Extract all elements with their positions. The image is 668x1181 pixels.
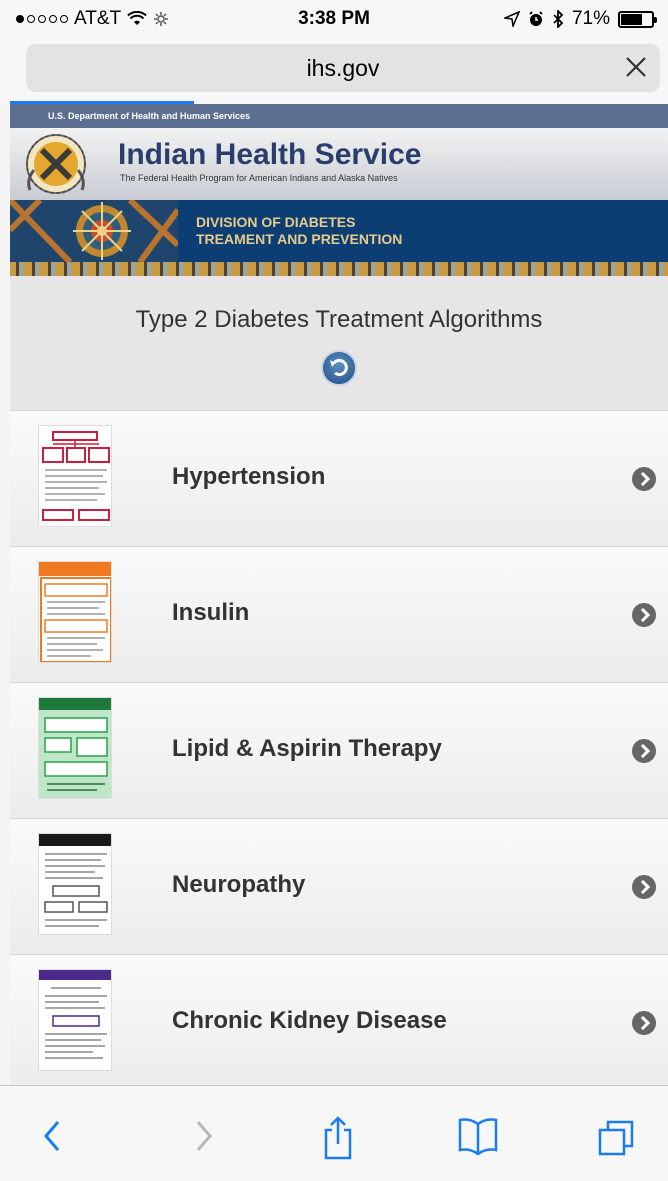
battery-percent: 71% [571, 8, 610, 29]
site-banner: U.S. Department of Health and Human Serv… [10, 104, 668, 276]
back-arrow-icon[interactable] [321, 350, 357, 386]
url-text[interactable]: ihs.gov [26, 55, 660, 82]
list-item-label: Lipid & Aspirin Therapy [172, 735, 442, 762]
ihs-seal-logo [26, 134, 86, 194]
list-item-label: Neuropathy [172, 871, 306, 898]
medallion-art [10, 200, 178, 262]
address-bar[interactable]: ihs.gov [26, 44, 660, 92]
kidney-disease-thumbnail [38, 969, 112, 1071]
tabs-icon[interactable] [596, 1116, 636, 1156]
ihs-header[interactable]: Indian Health Service The Federal Health… [10, 128, 668, 200]
page-header: Type 2 Diabetes Treatment Algorithms [10, 276, 668, 410]
list-item-label: Hypertension [172, 463, 326, 490]
alarm-icon [529, 11, 543, 26]
battery-icon [618, 10, 657, 28]
page-title: Type 2 Diabetes Treatment Algorithms [135, 306, 543, 333]
list-item-neuropathy[interactable]: Neuropathy [10, 818, 668, 954]
chevron-right-icon [632, 467, 656, 491]
division-line-2: TREAMENT AND PREVENTION [196, 231, 403, 247]
bluetooth-icon [553, 10, 564, 28]
status-right: 71% [503, 8, 657, 30]
algorithm-list: Hypertension Insulin Lipid & Aspirin The… [10, 410, 668, 1181]
division-line-1: DIVISION OF DIABETES [196, 214, 356, 230]
list-item-insulin[interactable]: Insulin [10, 546, 668, 682]
address-bar-area: ihs.gov [0, 38, 668, 104]
browser-toolbar [0, 1085, 668, 1181]
hhs-strip: U.S. Department of Health and Human Serv… [10, 104, 668, 128]
back-icon[interactable] [34, 1116, 74, 1156]
close-icon[interactable] [624, 51, 648, 85]
list-item-label: Insulin [172, 599, 250, 626]
lipid-aspirin-thumbnail [38, 697, 112, 799]
forward-icon[interactable] [182, 1116, 222, 1156]
list-item-lipid-aspirin[interactable]: Lipid & Aspirin Therapy [10, 682, 668, 818]
battery-fill [621, 13, 643, 25]
division-title: DIVISION OF DIABETES TREAMENT AND PREVEN… [196, 214, 402, 248]
chevron-right-icon [632, 875, 656, 899]
list-item-chronic-kidney-disease[interactable]: Chronic Kidney Disease [10, 954, 668, 1090]
status-bar: AT&T 3:38 PM 71% [0, 0, 668, 38]
share-icon[interactable] [318, 1116, 358, 1160]
division-banner: DIVISION OF DIABETES TREAMENT AND PREVEN… [10, 200, 668, 262]
insulin-thumbnail [38, 561, 112, 663]
ihs-subtitle: The Federal Health Program for American … [120, 173, 398, 183]
list-item-hypertension[interactable]: Hypertension [10, 410, 668, 546]
chevron-right-icon [632, 603, 656, 627]
neuropathy-thumbnail [38, 833, 112, 935]
list-item-label: Chronic Kidney Disease [172, 1007, 447, 1034]
chevron-right-icon [632, 739, 656, 763]
bookmarks-icon[interactable] [456, 1116, 498, 1156]
decorative-border [10, 262, 668, 276]
chevron-right-icon [632, 1011, 656, 1035]
hypertension-thumbnail [38, 425, 112, 527]
location-icon [503, 11, 520, 27]
ihs-title: Indian Health Service [118, 138, 422, 171]
